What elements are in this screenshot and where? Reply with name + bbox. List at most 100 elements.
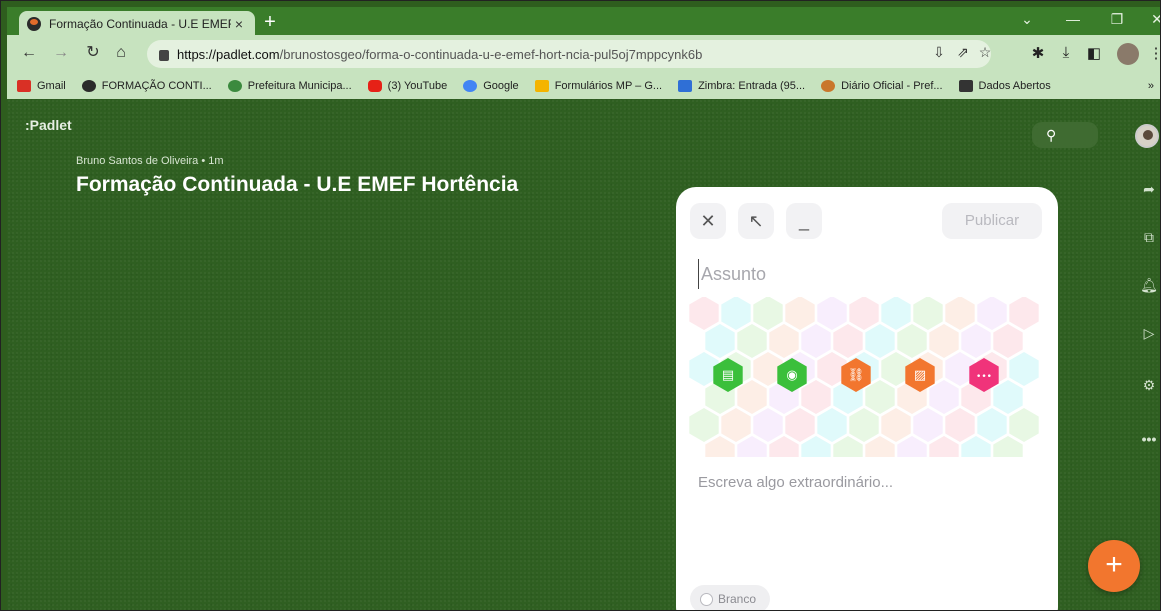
bookmark-star-icon[interactable]: ☆: [975, 44, 995, 61]
decorative-hex: [945, 297, 975, 330]
minimize-composer-icon[interactable]: _: [786, 203, 822, 239]
bookmark-zimbra[interactable]: Zimbra: Entrada (95...: [678, 80, 805, 92]
bookmark-label: Formulários MP – G...: [554, 80, 663, 92]
color-label: Branco: [718, 592, 757, 606]
subject-input[interactable]: [698, 259, 1028, 289]
decorative-hex: [865, 324, 895, 358]
decorative-hex: [737, 380, 767, 414]
zimbra-icon: [678, 80, 693, 92]
decorative-hex: [817, 408, 847, 442]
google-drive-icon: [534, 80, 549, 92]
decorative-hex: [913, 408, 943, 442]
bookmark-label: Prefeitura Municipa...: [247, 80, 352, 92]
color-swatch: [700, 592, 713, 606]
decorative-hex: [689, 408, 719, 442]
tab-padlet[interactable]: Formação Continuada - U.E EMEF ×: [19, 11, 255, 37]
bookmark-label: Diário Oficial - Pref...: [841, 80, 943, 92]
decorative-hex: [865, 380, 895, 414]
tab-strip: Formação Continuada - U.E EMEF × + ⌄ — ❐…: [7, 7, 1160, 37]
reload-icon[interactable]: ↻: [83, 43, 103, 63]
url-path: /brunostosgeo/forma-o-continuada-u-e-eme…: [279, 46, 703, 62]
expand-icon[interactable]: ↖: [738, 203, 774, 239]
lock-icon: [159, 49, 169, 61]
decorative-hex: [945, 408, 975, 442]
tab-title: Formação Continuada - U.E EMEF: [49, 17, 231, 31]
camera-icon: ◉: [786, 368, 797, 383]
slideshow-play-icon[interactable]: ▷: [1139, 323, 1159, 343]
post-color-selector[interactable]: Branco: [690, 585, 770, 610]
decorative-hex: [1009, 352, 1039, 386]
decorative-hex: [721, 297, 751, 330]
settings-gear-icon[interactable]: ⚙: [1139, 375, 1159, 395]
more-icon: •••: [976, 372, 992, 382]
decorative-hex: [769, 436, 799, 457]
padlet-logo[interactable]: :Padlet: [25, 117, 72, 133]
decorative-hex: [817, 297, 847, 330]
decorative-hex: [705, 436, 735, 457]
address-bar[interactable]: https://padlet.com /brunostosgeo/forma-o…: [147, 40, 991, 68]
browser-menu-icon[interactable]: ⋮: [1145, 44, 1161, 62]
new-tab-button[interactable]: +: [259, 12, 281, 33]
extensions-icon[interactable]: ✱: [1027, 44, 1049, 62]
decorative-hex: [961, 324, 991, 358]
bookmark-formularios[interactable]: Formulários MP – G...: [534, 80, 663, 92]
body-input[interactable]: [698, 467, 1038, 497]
bookmark-gmail[interactable]: Gmail: [17, 80, 66, 92]
decorative-hex: [929, 380, 959, 414]
notifications-bell-icon[interactable]: 🔔︎: [1139, 275, 1159, 295]
tab-close-icon[interactable]: ×: [231, 16, 247, 32]
decorative-hex: [769, 324, 799, 358]
bookmark-youtube[interactable]: (3) YouTube: [367, 80, 447, 92]
forward-icon[interactable]: →: [51, 43, 71, 63]
bookmark-formacao[interactable]: FORMAÇÃO CONTI...: [81, 80, 212, 92]
bookmark-label: FORMAÇÃO CONTI...: [101, 80, 212, 92]
diario-icon: [821, 80, 836, 92]
decorative-hex: [721, 408, 751, 442]
decorative-hex: [993, 324, 1023, 358]
bookmark-prefeitura[interactable]: Prefeitura Municipa...: [227, 80, 352, 92]
attachment-hex-grid: ▤ ◉ ⛓ ▨ •••: [689, 297, 1039, 457]
decorative-hex: [849, 408, 879, 442]
publish-button[interactable]: Publicar: [942, 203, 1042, 239]
bookmarks-overflow[interactable]: »: [1148, 80, 1154, 92]
share-arrow-icon[interactable]: ➦: [1139, 179, 1159, 199]
side-panel-icon[interactable]: ◧: [1083, 44, 1105, 62]
downloads-icon[interactable]: ⤓: [1055, 44, 1077, 61]
bookmark-google[interactable]: Google: [463, 80, 519, 92]
post-composer: ✕ ↖ _ Publicar ▤ ◉ ⛓ ▨ ••• Branco: [676, 187, 1058, 610]
user-avatar[interactable]: [1135, 124, 1159, 148]
bookmark-label: Dados Abertos: [978, 80, 1051, 92]
share-icon[interactable]: ⇗: [953, 44, 973, 61]
install-app-icon[interactable]: ⇩: [929, 44, 949, 61]
bookmark-dados[interactable]: Dados Abertos: [958, 80, 1051, 92]
decorative-hex: [993, 380, 1023, 414]
minimize-icon[interactable]: —: [1059, 11, 1087, 27]
bookmark-label: Gmail: [37, 80, 66, 92]
decorative-hex: [913, 297, 943, 330]
home-icon[interactable]: ⌂: [111, 43, 131, 63]
bookmark-diario[interactable]: Diário Oficial - Pref...: [821, 80, 943, 92]
close-composer-icon[interactable]: ✕: [690, 203, 726, 239]
remake-icon[interactable]: ⧉: [1139, 227, 1159, 247]
padlet-board: :Padlet Bruno Santos de Oliveira • 1m Fo…: [7, 99, 1160, 610]
close-window-icon[interactable]: ✕: [1143, 11, 1160, 28]
decorative-hex: [865, 436, 895, 457]
board-author: Bruno Santos de Oliveira • 1m: [76, 155, 224, 167]
more-options-icon[interactable]: •••: [1139, 429, 1159, 449]
decorative-hex: [801, 436, 831, 457]
decorative-hex: [881, 297, 911, 330]
decorative-hex: [689, 297, 719, 330]
decorative-hex: [705, 324, 735, 358]
profile-avatar[interactable]: [1117, 43, 1139, 65]
back-icon[interactable]: ←: [19, 43, 39, 63]
add-post-button[interactable]: +: [1088, 540, 1140, 592]
padlet-icon: [81, 80, 96, 92]
tab-search-chevron-icon[interactable]: ⌄: [1013, 11, 1041, 28]
restore-icon[interactable]: ❐: [1103, 11, 1131, 28]
google-icon: [463, 80, 478, 92]
search-button[interactable]: ⚲: [1032, 122, 1098, 148]
browser-window: Formação Continuada - U.E EMEF × + ⌄ — ❐…: [0, 0, 1161, 611]
board-title: Formação Continuada - U.E EMEF Hortência: [76, 173, 519, 196]
decorative-hex: [897, 436, 927, 457]
decorative-hex: [785, 408, 815, 442]
